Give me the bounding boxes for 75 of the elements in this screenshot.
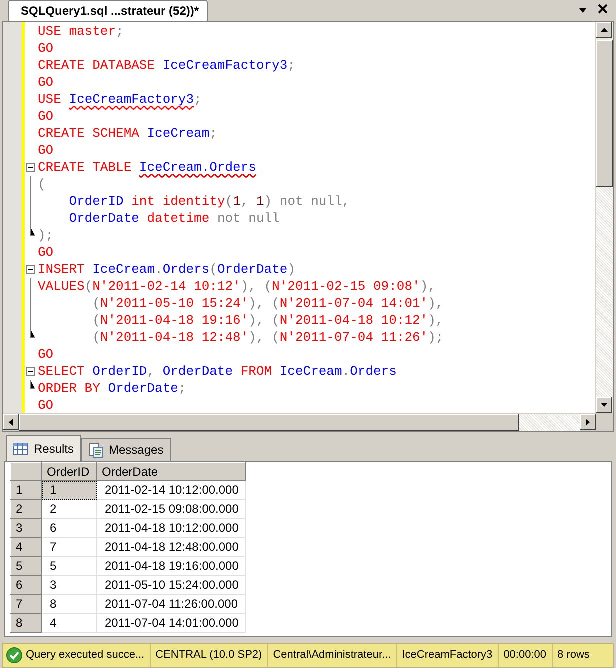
row-header[interactable]: 1 bbox=[10, 480, 42, 500]
result-tab[interactable]: Results bbox=[6, 435, 82, 462]
up-arrow-icon[interactable] bbox=[600, 28, 608, 32]
horizontal-scrollbar[interactable] bbox=[3, 413, 613, 432]
elapsed-time: 00:00:00 bbox=[504, 649, 547, 662]
table-cell: 2011-02-15 09:08:00.000 bbox=[96, 500, 246, 519]
code-line: INSERT IceCream.Orders(OrderDate) bbox=[38, 261, 296, 278]
row-header[interactable]: 6 bbox=[10, 576, 42, 595]
code-line: USE master; bbox=[38, 23, 124, 40]
table-cell: 2011-04-18 10:12:00.000 bbox=[96, 518, 246, 538]
table-cell: 2011-05-10 15:24:00.000 bbox=[96, 576, 246, 595]
table-cell: 8 bbox=[42, 594, 96, 614]
scrollbar-thumb[interactable] bbox=[596, 40, 613, 188]
code-line: ( bbox=[38, 176, 46, 194]
code-line: GO bbox=[38, 397, 54, 414]
collapse-icon[interactable] bbox=[26, 367, 34, 376]
code-line: GO bbox=[38, 346, 54, 364]
code-line: CREATE DATABASE IceCreamFactory3; bbox=[38, 57, 296, 74]
close-icon[interactable] bbox=[598, 4, 608, 14]
code-line: GO bbox=[38, 74, 54, 92]
table-cell: 2011-04-18 12:48:00.000 bbox=[96, 538, 246, 557]
code-line: SELECT OrderID, OrderDate FROM IceCream.Orders bbox=[38, 363, 397, 380]
row-header[interactable]: 8 bbox=[10, 614, 42, 633]
code-line: GO bbox=[38, 40, 54, 58]
row-count: 8 rows bbox=[558, 649, 590, 662]
document-tab[interactable]: SQLQuery1.sql ...strateur (52))* bbox=[8, 0, 208, 22]
code-line: (N'2011-05-10 15:24'), (N'2011-07-04 14:01'), bbox=[92, 295, 444, 312]
table-cell: 1 bbox=[42, 480, 96, 500]
user-name: Central\Administrateur... bbox=[273, 649, 392, 662]
code-line: OrderID int identity(1, 1) not null, bbox=[68, 193, 350, 210]
code-line: GO bbox=[38, 244, 54, 262]
collapse-icon[interactable] bbox=[26, 163, 34, 172]
column-header[interactable]: OrderID bbox=[42, 462, 96, 481]
code-line: GO bbox=[38, 142, 54, 160]
code-line: ORDER BY OrderDate; bbox=[38, 380, 186, 398]
code-line: CREATE SCHEMA IceCream; bbox=[38, 125, 218, 142]
document-icon bbox=[88, 442, 104, 458]
scrollbar-thumb[interactable] bbox=[19, 414, 519, 432]
table-cell: 2011-04-18 19:16:00.000 bbox=[96, 556, 246, 576]
right-arrow-icon[interactable] bbox=[586, 418, 590, 426]
table-cell: 2011-07-04 11:26:00.000 bbox=[96, 594, 246, 614]
table-cell: 3 bbox=[42, 576, 96, 595]
code-line: OrderDate datetime not null bbox=[68, 210, 280, 228]
table-cell: 2 bbox=[42, 500, 96, 519]
row-header[interactable]: 2 bbox=[10, 500, 42, 519]
code-line: USE IceCreamFactory3; bbox=[38, 91, 202, 108]
status-message: Query executed succe... bbox=[26, 649, 145, 662]
down-arrow-icon[interactable] bbox=[600, 403, 608, 408]
result-tab[interactable]: Messages bbox=[81, 438, 171, 462]
table-cell: 2011-07-04 14:01:00.000 bbox=[96, 614, 246, 633]
collapse-icon[interactable] bbox=[26, 265, 34, 274]
code-line: (N'2011-04-18 19:16'), (N'2011-04-18 10:12'), bbox=[92, 312, 444, 330]
code-line: CREATE TABLE IceCream.Orders bbox=[38, 159, 256, 176]
table-cell: 5 bbox=[42, 556, 96, 576]
database-name: IceCreamFactory3 bbox=[402, 649, 493, 662]
row-header[interactable]: 3 bbox=[10, 518, 42, 538]
vertical-scrollbar[interactable] bbox=[595, 22, 613, 414]
row-header[interactable]: 5 bbox=[10, 556, 42, 576]
dropdown-icon[interactable] bbox=[578, 8, 588, 14]
table-cell: 4 bbox=[42, 614, 96, 633]
code-line: VALUES(N'2011-02-14 10:12'), (N'2011-02-15 09:08'), bbox=[38, 278, 436, 296]
column-header[interactable]: OrderDate bbox=[96, 462, 246, 481]
grid-icon bbox=[13, 442, 28, 455]
row-header[interactable]: 7 bbox=[10, 594, 42, 614]
code-line: GO bbox=[38, 108, 54, 126]
table-cell: 6 bbox=[42, 518, 96, 538]
table-cell: 2011-02-14 10:12:00.000 bbox=[96, 480, 246, 500]
server-name: CENTRAL (10.0 SP2) bbox=[156, 649, 262, 662]
editor-pane[interactable] bbox=[2, 21, 614, 432]
table-cell: 7 bbox=[42, 538, 96, 557]
check-icon bbox=[6, 646, 23, 664]
code-line: (N'2011-04-18 12:48'), (N'2011-07-04 11:26'); bbox=[92, 329, 444, 346]
row-header[interactable]: 4 bbox=[10, 538, 42, 557]
left-arrow-icon[interactable] bbox=[9, 418, 13, 426]
code-line: ); bbox=[38, 227, 54, 244]
